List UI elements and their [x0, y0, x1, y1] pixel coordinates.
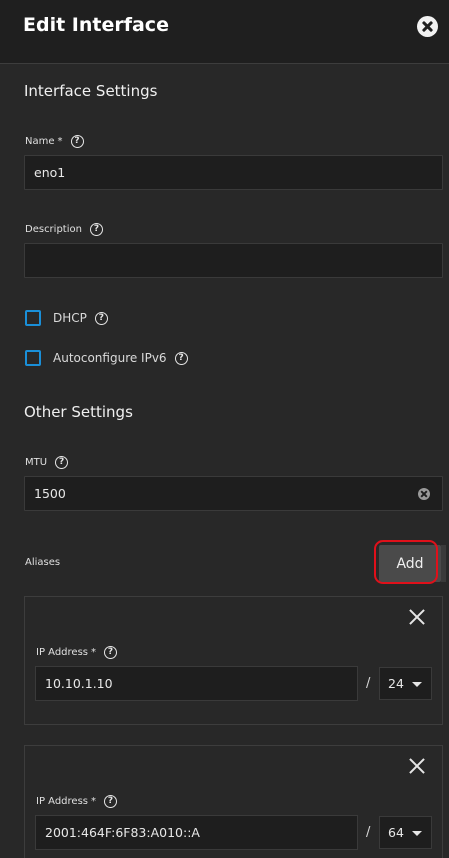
- ipv6-row: Autoconfigure IPv6 ?: [25, 350, 188, 366]
- clear-icon[interactable]: [418, 488, 430, 500]
- dhcp-label: DHCP: [53, 311, 87, 325]
- dhcp-row: DHCP ?: [25, 310, 108, 326]
- netmask-select[interactable]: 24: [379, 667, 432, 700]
- remove-alias-icon[interactable]: [409, 609, 425, 625]
- required-marker: *: [90, 796, 96, 807]
- ip-address-label: IP Address: [36, 647, 88, 658]
- chevron-down-icon: [412, 831, 422, 836]
- ip-address-input[interactable]: 2001:464F:6F83:A010::A: [35, 815, 358, 850]
- aliases-label: Aliases: [25, 557, 61, 568]
- ip-address-label: IP Address: [36, 796, 88, 807]
- alias-card: IP Address * ? 10.10.1.10 / 24: [24, 596, 443, 725]
- help-icon[interactable]: ?: [94, 311, 108, 325]
- help-icon[interactable]: ?: [70, 135, 84, 148]
- other-settings-heading: Other Settings: [24, 403, 133, 421]
- mtu-label: MTU: [25, 457, 48, 468]
- ip-address-input[interactable]: 10.10.1.10: [35, 666, 358, 701]
- alias-card: IP Address * ? 2001:464F:6F83:A010::A / …: [24, 745, 443, 858]
- close-icon[interactable]: [417, 16, 438, 37]
- dhcp-checkbox[interactable]: [25, 310, 41, 326]
- name-label: Name: [25, 136, 55, 147]
- help-icon[interactable]: ?: [103, 795, 117, 808]
- netmask-value: 64: [388, 825, 404, 840]
- autoconfigure-ipv6-checkbox[interactable]: [25, 350, 41, 366]
- netmask-select[interactable]: 64: [379, 816, 432, 849]
- ip-address-label-row: IP Address * ?: [36, 646, 117, 659]
- help-icon[interactable]: ?: [103, 646, 117, 659]
- netmask-value: 24: [388, 676, 404, 691]
- mtu-input[interactable]: 1500: [24, 476, 443, 511]
- header-divider: [0, 63, 449, 64]
- dialog-title: Edit Interface: [23, 14, 169, 36]
- ip-address-label-row: IP Address * ?: [36, 795, 117, 808]
- description-label: Description: [25, 224, 82, 235]
- mtu-value: 1500: [34, 486, 66, 501]
- required-marker: *: [57, 136, 63, 147]
- dialog-header: Edit Interface: [0, 0, 449, 63]
- help-icon[interactable]: ?: [55, 456, 69, 469]
- description-input[interactable]: [24, 243, 443, 278]
- add-alias-button[interactable]: Add: [379, 545, 441, 582]
- name-input[interactable]: eno1: [24, 155, 443, 190]
- add-button-shadow: [441, 545, 446, 582]
- remove-alias-icon[interactable]: [409, 758, 425, 774]
- description-label-row: Description ?: [25, 223, 103, 236]
- ipv6-label: Autoconfigure IPv6: [53, 351, 167, 365]
- netmask-separator: /: [366, 825, 371, 840]
- interface-settings-heading: Interface Settings: [24, 82, 158, 100]
- mtu-label-row: MTU ?: [25, 456, 69, 469]
- netmask-separator: /: [366, 676, 371, 691]
- help-icon[interactable]: ?: [89, 223, 103, 236]
- chevron-down-icon: [412, 682, 422, 687]
- help-icon[interactable]: ?: [174, 351, 188, 365]
- name-label-row: Name * ?: [25, 135, 84, 148]
- required-marker: *: [90, 647, 96, 658]
